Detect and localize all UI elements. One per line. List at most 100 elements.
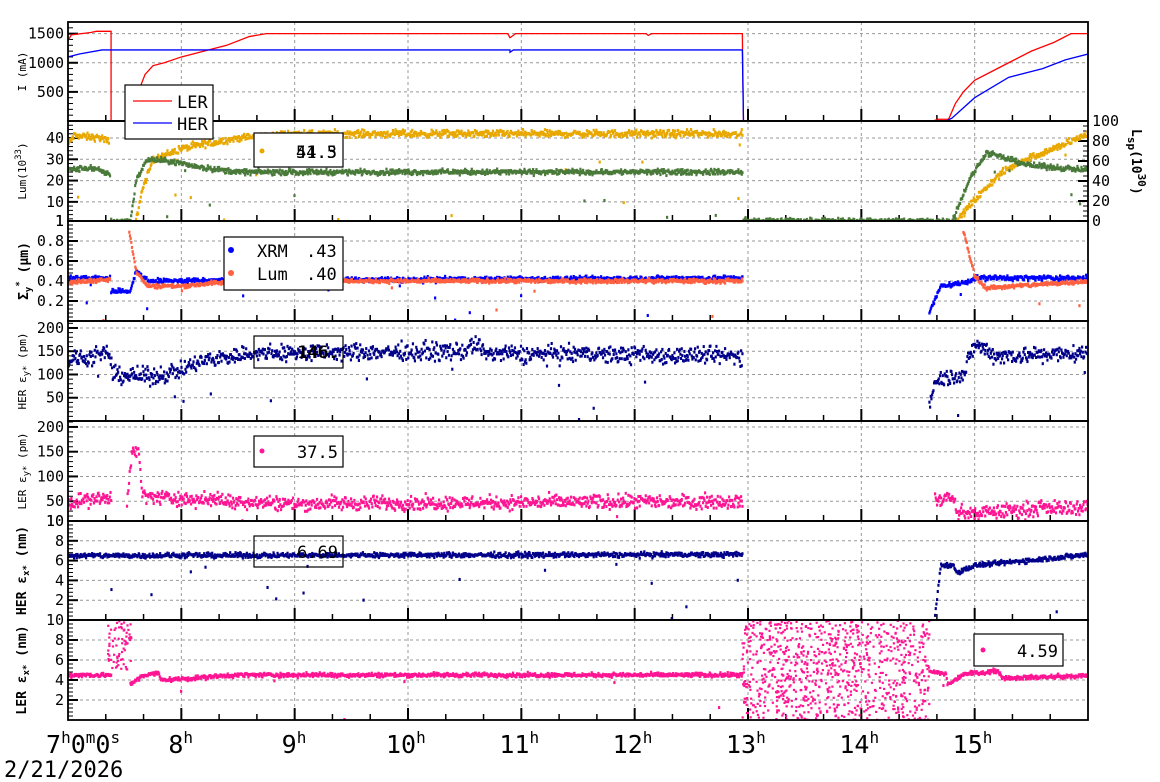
- data-point: [401, 128, 405, 132]
- data-point: [1080, 165, 1083, 169]
- data-point: [717, 134, 720, 138]
- right-axis-tick-label: 0: [1092, 212, 1101, 230]
- data-point: [739, 131, 743, 135]
- data-point: [961, 211, 965, 215]
- y-tick-label: 0.8: [37, 232, 64, 250]
- data-point: [548, 129, 551, 133]
- data-point: [403, 168, 406, 172]
- right-axis-label-end: ): [1128, 187, 1143, 195]
- data-point: [133, 192, 136, 196]
- data-point: [403, 129, 407, 133]
- data-point: [386, 130, 389, 134]
- data-point: [76, 133, 79, 137]
- data-point: [473, 134, 476, 138]
- data-point: [734, 131, 737, 135]
- y-tick-label: 20: [46, 172, 64, 190]
- data-point: [716, 172, 719, 176]
- data-point: [520, 294, 523, 298]
- data-point: [1003, 171, 1007, 175]
- data-point: [695, 129, 699, 133]
- data-point: [963, 214, 966, 218]
- right-axis-label-label: L: [1128, 129, 1143, 137]
- data-point: [679, 134, 682, 138]
- data-point: [105, 137, 108, 141]
- data-point: [650, 136, 653, 140]
- data-point: [346, 173, 349, 177]
- data-point: [656, 167, 659, 171]
- data-point: [131, 204, 134, 208]
- data-point: [1000, 173, 1003, 177]
- data-point: [932, 222, 934, 225]
- y-tick-label: 0.6: [37, 252, 64, 270]
- data-point: [145, 177, 148, 181]
- data-point: [141, 167, 144, 171]
- data-point: [713, 167, 716, 171]
- data-point: [737, 168, 740, 172]
- data-point: [962, 208, 965, 212]
- data-point: [977, 190, 981, 194]
- data-point: [132, 256, 136, 260]
- data-point: [1056, 163, 1059, 167]
- data-point: [740, 128, 743, 132]
- data-point: [954, 217, 957, 221]
- data-point: [485, 134, 489, 138]
- data-point: [613, 129, 617, 133]
- y-tick-label: 0.2: [37, 292, 64, 310]
- data-point: [415, 131, 418, 135]
- data-point: [236, 139, 239, 143]
- data-point: [107, 136, 110, 140]
- data-point: [984, 154, 987, 158]
- data-point: [993, 180, 996, 184]
- data-point: [273, 172, 276, 176]
- data-point: [837, 216, 840, 220]
- data-point: [441, 129, 444, 133]
- right-axis-tick-label: 20: [1092, 192, 1110, 210]
- data-point: [962, 193, 965, 197]
- data-point: [191, 140, 194, 144]
- data-point: [625, 134, 629, 138]
- y-tick-label: 1000: [28, 54, 64, 72]
- data-point: [485, 129, 488, 133]
- data-point: [204, 146, 207, 150]
- panel-data: [68, 127, 1088, 225]
- data-point: [609, 133, 613, 137]
- data-point: [139, 199, 142, 203]
- data-point: [166, 149, 169, 153]
- data-point: [664, 169, 667, 173]
- data-point: [149, 167, 152, 171]
- data-point: [309, 172, 312, 176]
- data-point: [862, 222, 864, 225]
- data-point: [130, 245, 134, 249]
- data-point: [585, 274, 588, 278]
- data-point: [971, 203, 974, 207]
- data-point: [139, 195, 142, 199]
- data-point: [621, 131, 624, 135]
- data-point: [692, 134, 695, 138]
- y-tick-label: 1: [55, 212, 64, 230]
- data-point: [1032, 152, 1035, 156]
- data-point: [984, 279, 987, 283]
- data-point: [130, 240, 133, 244]
- data-point: [535, 168, 538, 172]
- data-point: [673, 132, 676, 136]
- right-axis-label-mid: (10: [1128, 150, 1143, 174]
- data-point: [227, 167, 230, 171]
- right-axis-label-sup: 30: [1135, 174, 1148, 187]
- data-point: [714, 172, 717, 176]
- data-point: [555, 168, 558, 172]
- data-point: [325, 167, 328, 171]
- data-point: [546, 130, 549, 134]
- data-point: [174, 163, 177, 167]
- data-point: [538, 134, 541, 138]
- y-axis-label-tail: ): [16, 142, 29, 149]
- data-point: [989, 183, 992, 187]
- data-point: [844, 222, 846, 225]
- data-point: [390, 286, 393, 290]
- data-point: [133, 260, 136, 264]
- data-point: [69, 274, 72, 278]
- data-point: [725, 135, 729, 139]
- data-point: [933, 302, 936, 306]
- data-point: [78, 169, 81, 173]
- data-point: [877, 222, 879, 225]
- y-tick-label: 0.4: [37, 272, 64, 290]
